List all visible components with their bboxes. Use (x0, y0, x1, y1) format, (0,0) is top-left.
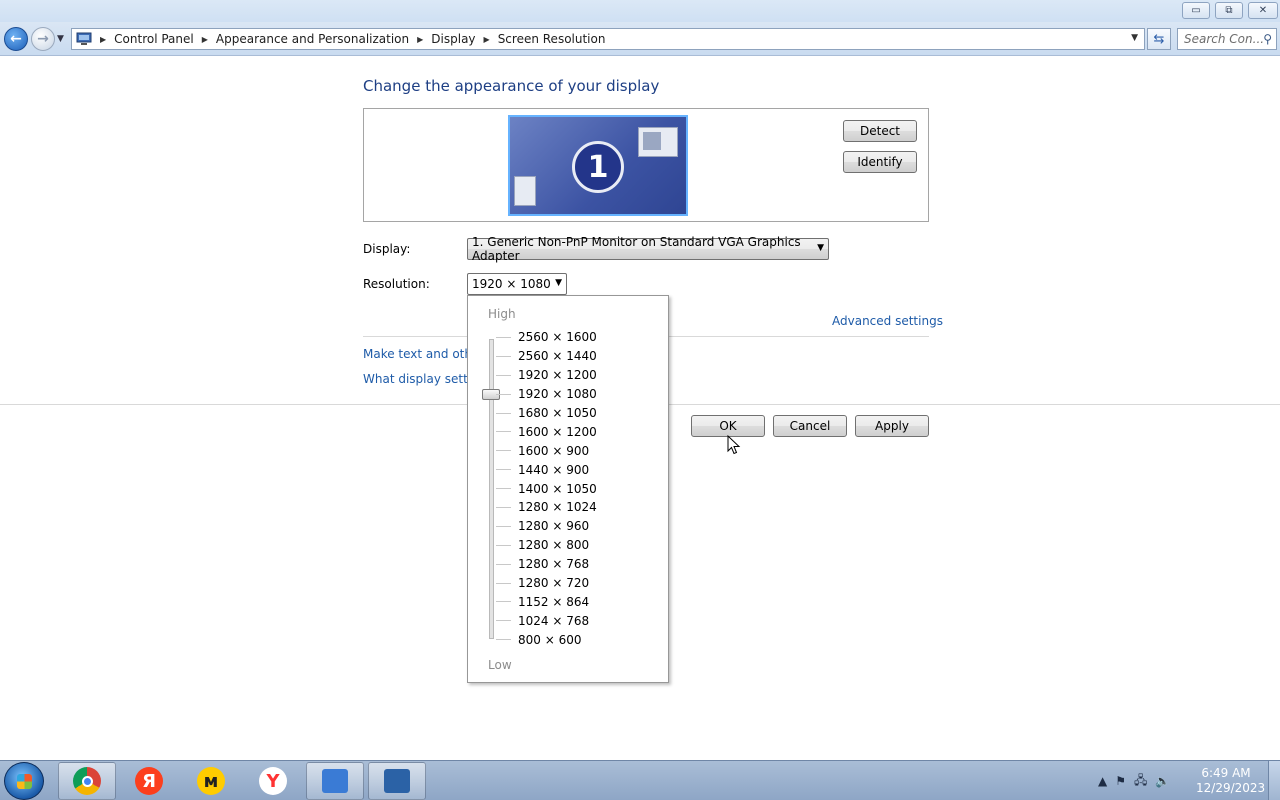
address-field[interactable]: ▶ Control Panel ▶ Appearance and Persona… (71, 28, 1145, 50)
resolution-option[interactable]: 1400 × 1050 (496, 479, 656, 498)
refresh-button[interactable]: ⇆ (1147, 28, 1171, 50)
address-toolbar: ← → ▼ ▶ Control Panel ▶ Appearance and P… (0, 22, 1280, 56)
clock-time: 6:49 AM (1201, 766, 1251, 780)
resolution-option[interactable]: 1920 × 1080 (496, 385, 656, 404)
resolution-option[interactable]: 2560 × 1440 (496, 347, 656, 366)
title-bar: ▭ ⧉ ✕ (0, 0, 1280, 22)
display-label: Display: (363, 242, 411, 256)
resolution-option[interactable]: 1280 × 768 (496, 555, 656, 574)
resolution-dropdown: High 2560 × 1600 2560 × 1440 1920 × 1200 19… (467, 295, 669, 683)
breadcrumb-separator[interactable]: ▶ (484, 35, 490, 44)
clock[interactable]: 6:49 AM 12/29/2023 (1196, 766, 1266, 796)
breadcrumb-control-panel[interactable]: Control Panel (114, 32, 194, 46)
monitor-1-preview[interactable]: 1 (508, 115, 688, 216)
resolution-options: 2560 × 1600 2560 × 1440 1920 × 1200 1920 × … (496, 328, 656, 649)
restore-icon: ⧉ (1225, 5, 1233, 16)
arrow-left-icon: ← (10, 31, 22, 47)
page-title: Change the appearance of your display (363, 77, 660, 95)
resolution-option[interactable]: 1600 × 900 (496, 441, 656, 460)
breadcrumb-separator[interactable]: ▶ (202, 35, 208, 44)
detect-button[interactable]: Detect (843, 120, 917, 142)
breadcrumb-separator[interactable]: ▶ (417, 35, 423, 44)
network-icon[interactable]: 🖧 (1134, 771, 1147, 792)
resolution-select[interactable]: 1920 × 1080 ▼ (467, 273, 567, 295)
start-button[interactable] (4, 762, 44, 800)
taskbar-control-panel-button[interactable] (306, 762, 364, 800)
resolution-option[interactable]: 1920 × 1200 (496, 366, 656, 385)
history-dropdown-icon[interactable]: ▼ (57, 34, 64, 44)
taskbar-yandex-market-button[interactable]: м (182, 762, 240, 800)
minimize-button[interactable]: ▭ (1182, 2, 1210, 19)
search-input[interactable]: Search Con... ⚲ (1177, 28, 1277, 50)
identify-button[interactable]: Identify (843, 151, 917, 173)
breadcrumb-screen-resolution[interactable]: Screen Resolution (498, 32, 606, 46)
ok-button[interactable]: OK (691, 415, 765, 437)
display-select-value: 1. Generic Non-PnP Monitor on Standard V… (472, 235, 801, 263)
mouse-cursor-icon (727, 435, 741, 455)
breadcrumb-display[interactable]: Display (431, 32, 475, 46)
chevron-down-icon: ▼ (817, 243, 824, 253)
taskbar-chrome-button[interactable] (58, 762, 116, 800)
chrome-icon (73, 767, 101, 795)
breadcrumb-appearance[interactable]: Appearance and Personalization (216, 32, 409, 46)
monitor-number: 1 (572, 141, 624, 193)
chevron-down-icon: ▼ (555, 278, 562, 288)
yandex-browser-icon: Y (259, 767, 287, 795)
resolution-option[interactable]: 2560 × 1600 (496, 328, 656, 347)
resolution-slider-track[interactable] (489, 339, 494, 639)
computer-icon (76, 32, 92, 45)
forward-button[interactable]: → (31, 27, 55, 51)
resolution-label: Resolution: (363, 277, 430, 291)
search-icon[interactable]: ⚲ (1263, 32, 1272, 46)
restore-button[interactable]: ⧉ (1215, 2, 1243, 19)
close-icon: ✕ (1258, 5, 1268, 16)
cancel-button[interactable]: Cancel (773, 415, 847, 437)
control-panel-icon (322, 769, 348, 793)
resolution-option[interactable]: 1600 × 1200 (496, 422, 656, 441)
action-center-icon[interactable]: ⚑ (1115, 774, 1126, 788)
clock-date: 12/29/2023 (1196, 781, 1266, 795)
back-button[interactable]: ← (4, 27, 28, 51)
taskbar-yandex-button[interactable]: Я (120, 762, 178, 800)
resolution-option[interactable]: 1280 × 960 (496, 517, 656, 536)
close-button[interactable]: ✕ (1248, 2, 1278, 19)
window-thumbnail-icon (638, 127, 678, 157)
high-label: High (488, 307, 516, 321)
advanced-settings-link[interactable]: Advanced settings (832, 314, 943, 328)
low-label: Low (488, 658, 512, 672)
resolution-option[interactable]: 1680 × 1050 (496, 404, 656, 423)
resolution-option[interactable]: 1280 × 720 (496, 574, 656, 593)
virtualbox-icon (384, 769, 410, 793)
gadget-thumbnail-icon (514, 176, 536, 206)
show-desktop-button[interactable] (1268, 761, 1280, 800)
monitor-preview-panel: 1 Detect Identify (363, 108, 929, 222)
resolution-option[interactable]: 1280 × 800 (496, 536, 656, 555)
resolution-option[interactable]: 1024 × 768 (496, 611, 656, 630)
volume-icon[interactable]: 🔈 (1155, 774, 1170, 788)
resolution-option[interactable]: 1440 × 900 (496, 460, 656, 479)
arrow-right-icon: → (37, 31, 49, 47)
system-tray: ▲ ⚑ 🖧 🔈 (1098, 767, 1170, 795)
resolution-option[interactable]: 1280 × 1024 (496, 498, 656, 517)
resolution-option[interactable]: 1152 × 864 (496, 592, 656, 611)
taskbar: Ям Y ▲ ⚑ 🖧 🔈 6:49 AM 12/29/2023 (0, 760, 1280, 800)
refresh-icon: ⇆ (1153, 31, 1165, 47)
resolution-select-value: 1920 × 1080 (472, 277, 551, 291)
apply-button[interactable]: Apply (855, 415, 929, 437)
minimize-icon: ▭ (1191, 5, 1201, 16)
display-select[interactable]: 1. Generic Non-PnP Monitor on Standard V… (467, 235, 829, 263)
chevron-down-icon[interactable]: ▼ (1131, 33, 1138, 43)
chevron-up-icon[interactable]: ▲ (1098, 774, 1107, 788)
breadcrumb-separator: ▶ (100, 34, 107, 44)
search-placeholder: Search Con... (1184, 32, 1265, 46)
taskbar-virtualbox-button[interactable] (368, 762, 426, 800)
taskbar-yandex-browser-button[interactable]: Y (244, 762, 302, 800)
yandex-icon: Я (135, 767, 163, 795)
yandex-market-icon: м (197, 767, 225, 795)
resolution-option[interactable]: 800 × 600 (496, 630, 656, 649)
